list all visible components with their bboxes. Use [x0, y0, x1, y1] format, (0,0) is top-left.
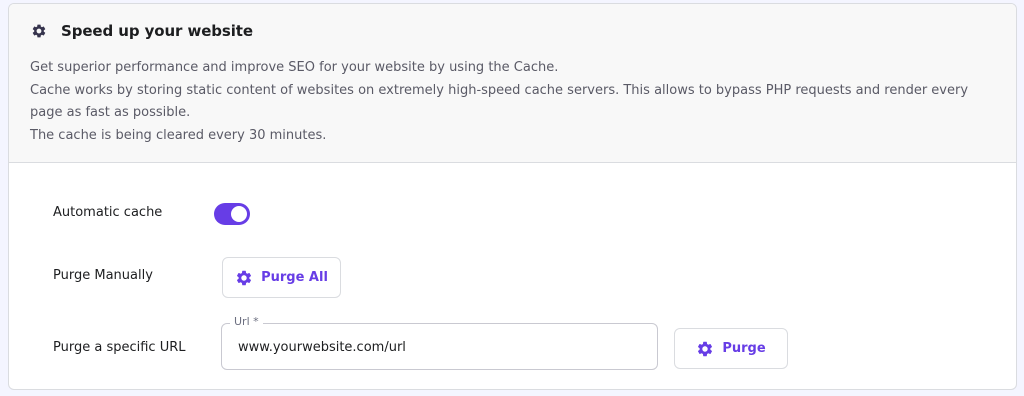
purge-url-button[interactable]: Purge [674, 328, 788, 369]
automatic-cache-toggle[interactable] [214, 203, 250, 225]
card-title: Speed up your website [61, 22, 253, 40]
card-header: Speed up your website Get superior perfo… [9, 4, 1016, 163]
gear-icon [696, 340, 714, 358]
url-field-label: Url * [230, 315, 263, 328]
purge-all-button[interactable]: Purge All [222, 257, 341, 298]
purge-label: Purge [722, 341, 766, 356]
purge-all-label: Purge All [261, 270, 328, 285]
cache-settings-card: Speed up your website Get superior perfo… [8, 3, 1017, 390]
gear-icon [235, 269, 253, 287]
description-line: Get superior performance and improve SEO… [30, 60, 559, 75]
toggle-knob [231, 206, 247, 222]
gear-icon [31, 23, 47, 39]
url-input[interactable] [238, 336, 638, 358]
description-line: Cache works by storing static content of… [30, 82, 969, 121]
purge-manually-label: Purge Manually [53, 268, 153, 283]
automatic-cache-label: Automatic cache [53, 205, 163, 220]
purge-url-label: Purge a specific URL [53, 340, 186, 355]
card-description: Get superior performance and improve SEO… [30, 57, 1000, 147]
description-line: The cache is being cleared every 30 minu… [30, 127, 327, 143]
title-row: Speed up your website [31, 22, 253, 40]
url-field: Url * [221, 315, 658, 370]
